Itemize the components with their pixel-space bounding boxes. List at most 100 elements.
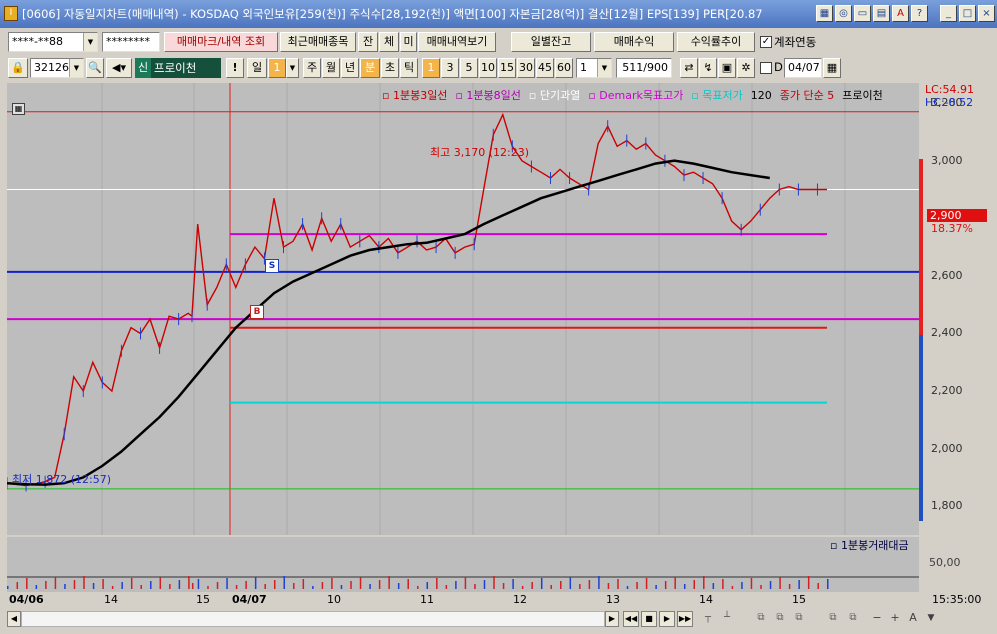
stop-icon[interactable]: ■ (641, 611, 657, 627)
horizontal-scrollbar[interactable] (21, 611, 605, 627)
date-checkbox[interactable] (760, 62, 772, 74)
chevron-down-icon[interactable]: ▼ (597, 59, 611, 77)
volume-bar (35, 585, 38, 589)
return-trend-button[interactable]: 수익률추이 (677, 32, 755, 52)
x-tick-label: 14 (699, 593, 713, 606)
account-field[interactable]: ****-**88 ▼ (8, 32, 98, 52)
help-icon[interactable]: ? (911, 5, 928, 22)
period-minute-button[interactable]: 분 (360, 58, 380, 78)
legend-item[interactable]: 종가 단순 5 (780, 89, 834, 102)
legend-item[interactable]: ▫ 단기과열 (529, 89, 580, 102)
alert-button[interactable]: ! (226, 58, 244, 78)
font-size-icon[interactable]: A (905, 611, 921, 627)
chevron-down-icon[interactable]: ▼ (69, 59, 83, 77)
daily-balance-button[interactable]: 일별잔고 (511, 32, 591, 52)
stock-code-field[interactable]: 321260 ▼ (30, 58, 84, 78)
period-week-button[interactable]: 주 (303, 58, 321, 78)
zoom-in-icon[interactable]: + (887, 611, 903, 627)
sound-icon[interactable]: ◀▾ (106, 58, 132, 78)
period-year-button[interactable]: 년 (341, 58, 359, 78)
volume-panel[interactable]: ▫ 1분봉거래대금 (7, 537, 919, 592)
close-button[interactable]: × (978, 5, 995, 22)
legend-item[interactable]: 120 (751, 89, 772, 102)
chart-tool-icon[interactable]: ↯ (699, 58, 717, 78)
range-bar-blue (919, 335, 923, 521)
period-second-button[interactable]: 초 (381, 58, 399, 78)
layout-4-icon[interactable]: ⧉ (825, 611, 841, 627)
password-field[interactable]: ******** (102, 32, 160, 52)
trade-profit-button[interactable]: 매매수익 (594, 32, 674, 52)
minimize-button[interactable]: _ (940, 5, 957, 22)
search-icon[interactable]: 🔍 (86, 58, 104, 78)
app-icon: I (4, 6, 18, 21)
chevron-down-icon[interactable]: ▼ (923, 611, 939, 627)
recent-trades-button[interactable]: 최근매매종목 (280, 32, 356, 52)
zoom-out-icon[interactable]: − (867, 611, 887, 627)
zoom-tool-2-icon[interactable]: ┴ (719, 611, 735, 627)
account-link-checkbox[interactable]: ✓ (760, 36, 772, 48)
layout-2-icon[interactable]: ⧉ (772, 611, 788, 627)
interval-10-button[interactable]: 10 (479, 58, 497, 78)
volume-bar (607, 583, 610, 589)
interval-30-button[interactable]: 30 (517, 58, 535, 78)
y-tick-label: 2,200 (931, 384, 963, 398)
period-day-button[interactable]: 일 (247, 58, 267, 78)
legend-item[interactable]: ▫ 1분봉3일선 (382, 89, 447, 102)
price-chart[interactable]: ▦ ▫ 1분봉3일선 ▫ 1분봉8일선 ▫ 단기과열 ▫ Demark목표고가 ▫ 목표… (6, 83, 919, 535)
interval-60-button[interactable]: 60 (555, 58, 573, 78)
buy-marker[interactable]: B (250, 305, 264, 319)
save-icon[interactable]: ▣ (718, 58, 736, 78)
volume-svg (7, 576, 919, 589)
zoom-tool-1-icon[interactable]: ┬ (700, 611, 716, 627)
trade-history-button[interactable]: 매매내역보기 (418, 32, 496, 52)
volume-bar (722, 579, 724, 589)
count-field[interactable]: 1 ▼ (576, 58, 612, 78)
interval-45-button[interactable]: 45 (536, 58, 554, 78)
volume-bar (245, 581, 247, 589)
interval-1-button[interactable]: 1 (422, 58, 440, 78)
window-tool-3-icon[interactable]: ▭ (854, 5, 871, 22)
volume-bar (426, 582, 429, 589)
window-title: [0606] 자동일지차트(매매내역) - KOSDAQ 외국인보유[259(천… (22, 7, 763, 21)
unfilled-button[interactable]: 미 (400, 32, 417, 52)
execution-button[interactable]: 체 (379, 32, 399, 52)
interval-3-button[interactable]: 3 (441, 58, 459, 78)
scroll-left-icon[interactable]: ◀ (7, 611, 21, 627)
window-tool-2-icon[interactable]: ◎ (835, 5, 852, 22)
volume-bar (693, 580, 696, 589)
trade-mark-query-button[interactable]: 매매마크/내역 조회 (164, 32, 278, 52)
volume-bar (312, 586, 314, 589)
volume-bar (178, 580, 181, 589)
window-tool-1-icon[interactable]: ▦ (816, 5, 833, 22)
interval-5-button[interactable]: 5 (460, 58, 478, 78)
ratio-field[interactable]: 511/900 (616, 58, 672, 78)
window-tool-4-icon[interactable]: ▤ (873, 5, 890, 22)
gear-icon[interactable]: ✲ (737, 58, 755, 78)
grid-toggle-icon[interactable]: ▦ (12, 103, 25, 115)
legend-item[interactable]: ▫ 1분봉8일선 (455, 89, 520, 102)
layout-5-icon[interactable]: ⧉ (845, 611, 861, 627)
legend-item[interactable]: ▫ Demark목표고가 (588, 89, 683, 102)
lock-icon[interactable]: 🔒 (8, 58, 28, 78)
period-tick-button[interactable]: 틱 (400, 58, 418, 78)
window-tool-5-icon[interactable]: A (892, 5, 909, 22)
rewind-icon[interactable]: ◀◀ (623, 611, 639, 627)
period-month-button[interactable]: 월 (322, 58, 340, 78)
layout-1-icon[interactable]: ⧉ (753, 611, 769, 627)
legend-item[interactable]: 프로이천 (842, 89, 882, 102)
scroll-right-icon[interactable]: ▶ (605, 611, 619, 627)
calendar-icon[interactable]: ▦ (823, 58, 841, 78)
legend-item[interactable]: ▫ 목표저가 (691, 89, 742, 102)
chevron-down-icon[interactable]: ▼ (286, 58, 299, 78)
play-icon[interactable]: ▶ (659, 611, 675, 627)
sell-marker[interactable]: S (265, 259, 279, 273)
chevron-down-icon[interactable]: ▼ (83, 33, 97, 51)
arrows-icon[interactable]: ⇄ (680, 58, 698, 78)
period-value[interactable]: 1 (268, 58, 286, 78)
fast-forward-icon[interactable]: ▶▶ (677, 611, 693, 627)
balance-button[interactable]: 잔 (358, 32, 378, 52)
maximize-button[interactable]: □ (959, 5, 976, 22)
layout-3-icon[interactable]: ⧉ (791, 611, 807, 627)
date-field[interactable]: 04/07 (784, 58, 822, 78)
interval-15-button[interactable]: 15 (498, 58, 516, 78)
